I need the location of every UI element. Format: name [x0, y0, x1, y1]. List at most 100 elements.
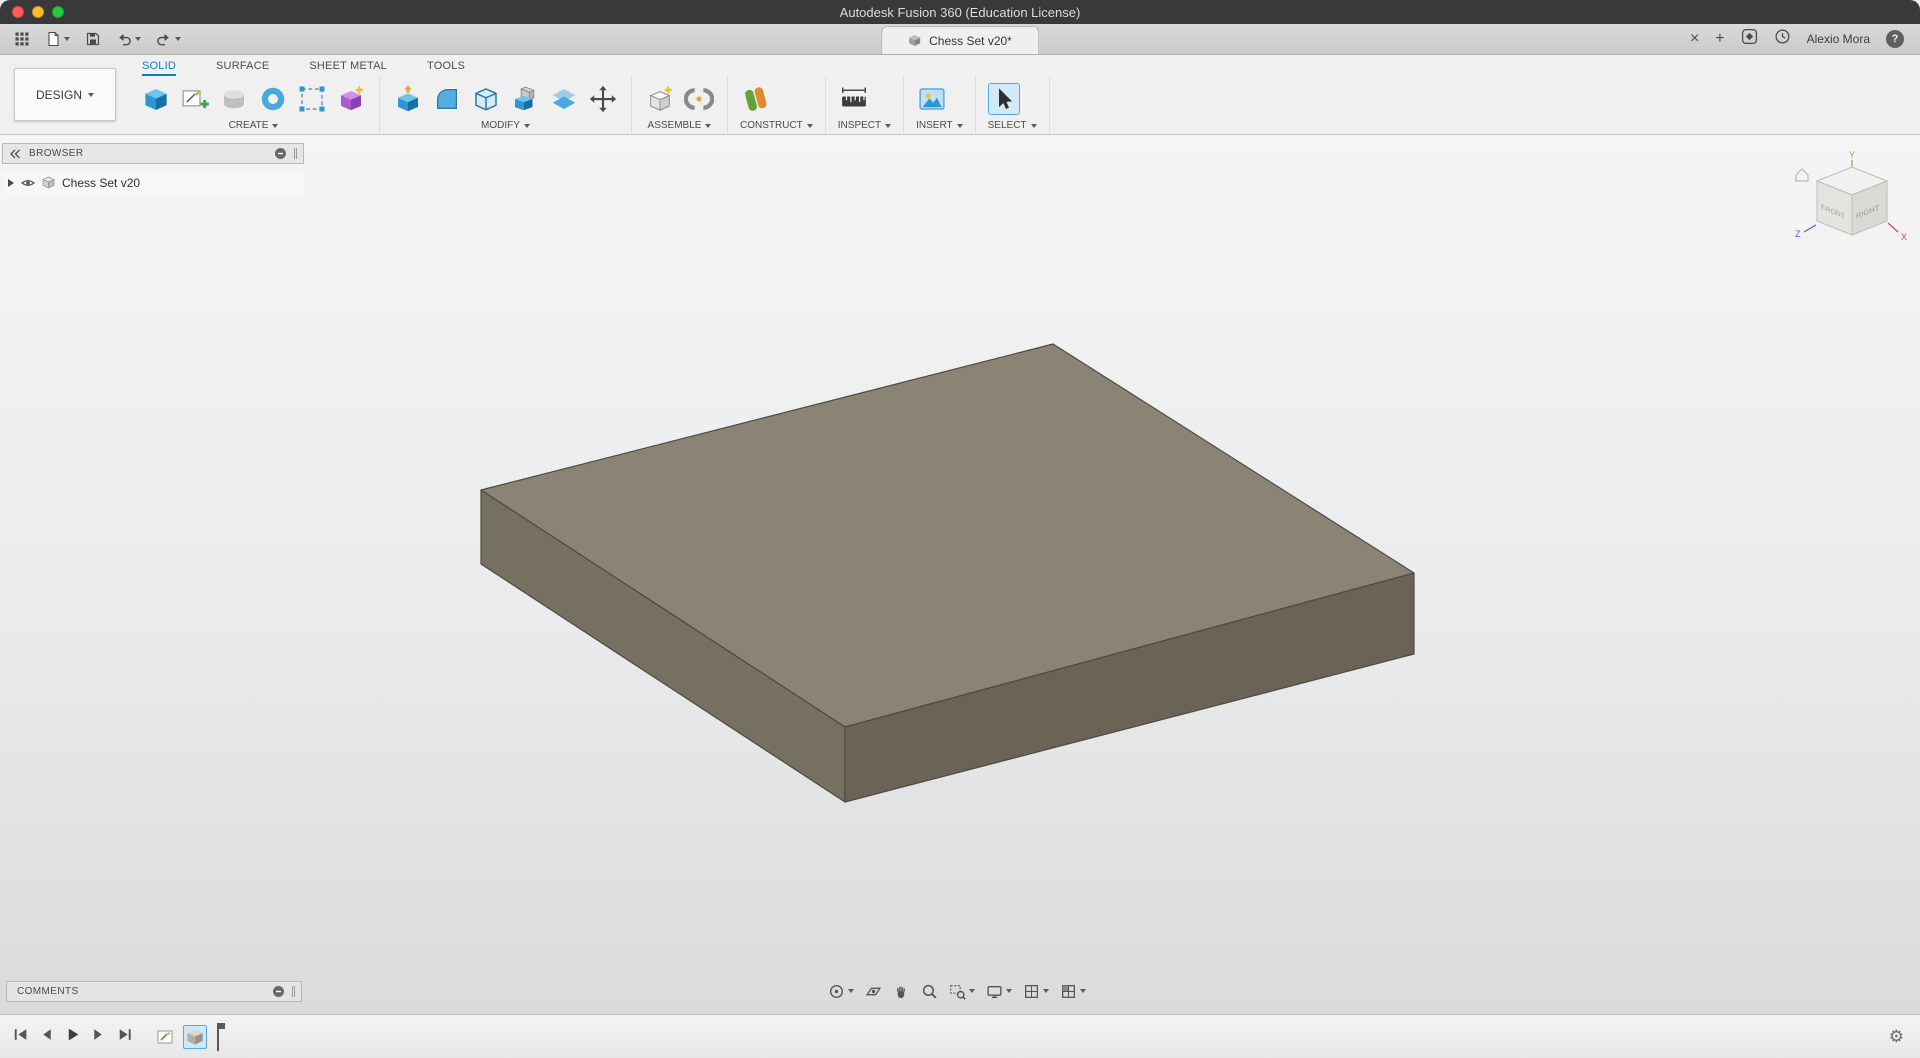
home-icon[interactable]: [1795, 168, 1809, 182]
project-geometry-icon[interactable]: [296, 83, 328, 115]
modify-dropdown[interactable]: MODIFY: [392, 120, 619, 131]
user-account-button[interactable]: Alexio Mora: [1807, 32, 1870, 46]
browser-root-item[interactable]: Chess Set v20: [2, 171, 304, 194]
press-pull-icon[interactable]: [392, 83, 424, 115]
go-to-start-button[interactable]: [12, 1026, 29, 1048]
viewports-button[interactable]: [1060, 983, 1086, 1000]
settings-gear-icon[interactable]: ⚙: [1889, 1027, 1920, 1047]
chevron-down-icon: [523, 123, 530, 128]
fillet-icon[interactable]: [431, 83, 463, 115]
pan-hand-icon: [897, 986, 905, 998]
select-dropdown[interactable]: SELECT: [988, 120, 1037, 131]
offset-face-icon[interactable]: [548, 83, 580, 115]
visibility-eye-icon[interactable]: [21, 178, 35, 188]
chevron-down-icon: [885, 123, 892, 128]
ribbon-group-insert: INSERT: [904, 76, 976, 134]
chevron-down-icon: [1030, 123, 1037, 128]
timeline-playhead[interactable]: [217, 1022, 225, 1051]
panel-options-icon[interactable]: [273, 986, 284, 997]
timeline-sketch-feature[interactable]: [153, 1025, 177, 1049]
viewcube[interactable]: Y FRONT RIGHT Z X: [1792, 147, 1920, 269]
viewcube-cube[interactable]: [1815, 166, 1889, 236]
look-at-icon: [865, 987, 882, 995]
collapse-panel-icon[interactable]: [9, 149, 21, 159]
chevron-down-icon: [1006, 989, 1012, 993]
step-back-button[interactable]: [38, 1026, 55, 1048]
viewport-canvas[interactable]: Y FRONT RIGHT Z X BROWSER Chess Set v20 …: [0, 135, 1920, 1014]
redo-icon: [157, 34, 169, 46]
select-label: SELECT: [987, 120, 1027, 131]
expand-arrow-icon[interactable]: [8, 178, 14, 187]
joint-icon[interactable]: [683, 83, 715, 115]
browser-panel-header[interactable]: BROWSER: [2, 143, 304, 164]
grid-settings-button[interactable]: [1023, 983, 1049, 1000]
pan-button[interactable]: [893, 983, 910, 1000]
zoom-window-button[interactable]: [52, 6, 64, 18]
undo-button[interactable]: [116, 31, 141, 47]
insert-dropdown[interactable]: INSERT: [916, 120, 963, 131]
panel-options-icon[interactable]: [275, 148, 286, 159]
minimize-window-button[interactable]: [32, 6, 44, 18]
job-status-button[interactable]: [1774, 28, 1791, 50]
document-tab[interactable]: Chess Set v20*: [881, 26, 1039, 54]
apps-grid-icon[interactable]: [14, 31, 30, 47]
new-component-icon[interactable]: [644, 83, 676, 115]
titlebar: Autodesk Fusion 360 (Education License): [0, 0, 1920, 24]
viewcube-axis-z-label: Z: [1795, 229, 1801, 239]
create-sketch-icon[interactable]: [179, 83, 211, 115]
help-button[interactable]: ?: [1886, 30, 1904, 48]
tab-sheet-metal[interactable]: SHEET METAL: [309, 60, 387, 76]
create-form-icon[interactable]: [218, 83, 250, 115]
create-dropdown[interactable]: CREATE: [140, 120, 367, 131]
ribbon-tabs: SOLID SURFACE SHEET METAL TOOLS: [142, 55, 1920, 76]
chevron-down-icon: [806, 123, 813, 128]
redo-button[interactable]: [156, 31, 181, 47]
sketch-feature-icon: [157, 1030, 172, 1044]
construct-plane-icon[interactable]: [740, 83, 772, 115]
play-button[interactable]: [64, 1026, 81, 1048]
look-at-button[interactable]: [865, 983, 882, 1000]
zoom-button[interactable]: [921, 983, 938, 1000]
display-settings-button[interactable]: [986, 983, 1012, 1000]
panel-grip-handle[interactable]: [292, 986, 295, 997]
window-title: Autodesk Fusion 360 (Education License): [839, 4, 1081, 20]
timeline-body-feature[interactable]: [183, 1024, 207, 1049]
comments-panel-header[interactable]: COMMENTS: [6, 981, 302, 1002]
grid-icon: [1025, 984, 1038, 998]
workspace-selector[interactable]: DESIGN: [14, 68, 116, 121]
file-menu-button[interactable]: [45, 31, 70, 47]
shell-icon[interactable]: [470, 83, 502, 115]
move-copy-icon[interactable]: [587, 83, 619, 115]
tab-solid[interactable]: SOLID: [142, 60, 176, 76]
measure-icon[interactable]: [838, 83, 870, 115]
go-to-end-button[interactable]: [116, 1026, 133, 1048]
orbit-button[interactable]: [828, 983, 854, 1000]
new-solid-icon[interactable]: [140, 83, 172, 115]
extensions-button[interactable]: [1741, 28, 1758, 50]
combine-icon[interactable]: [509, 83, 541, 115]
chevron-down-icon: [1043, 989, 1049, 993]
body-feature-icon: [187, 1028, 203, 1045]
fit-button[interactable]: [949, 983, 975, 1000]
inspect-dropdown[interactable]: INSPECT: [838, 120, 892, 131]
new-tab-button[interactable]: +: [1715, 31, 1724, 47]
undo-icon: [119, 34, 131, 46]
construct-dropdown[interactable]: CONSTRUCT: [740, 120, 813, 131]
close-tab-button[interactable]: ×: [1690, 31, 1699, 47]
tab-tools[interactable]: TOOLS: [427, 60, 465, 76]
extensions-icon: [1741, 28, 1757, 45]
save-button[interactable]: [85, 31, 101, 47]
insert-canvas-icon[interactable]: [916, 83, 948, 115]
assemble-dropdown[interactable]: ASSEMBLE: [644, 120, 715, 131]
select-cursor-icon[interactable]: [987, 83, 1020, 115]
revolve-icon[interactable]: [257, 83, 289, 115]
panel-grip-handle[interactable]: [294, 148, 297, 159]
step-forward-button[interactable]: [90, 1026, 107, 1048]
step-forward-icon: [94, 1028, 102, 1040]
insert-label: INSERT: [916, 120, 953, 131]
model-body[interactable]: [0, 135, 1920, 1014]
base-feature-icon[interactable]: [335, 83, 367, 115]
close-window-button[interactable]: [12, 6, 24, 18]
tab-surface[interactable]: SURFACE: [216, 60, 269, 76]
zoom-window-icon: [950, 984, 966, 1000]
